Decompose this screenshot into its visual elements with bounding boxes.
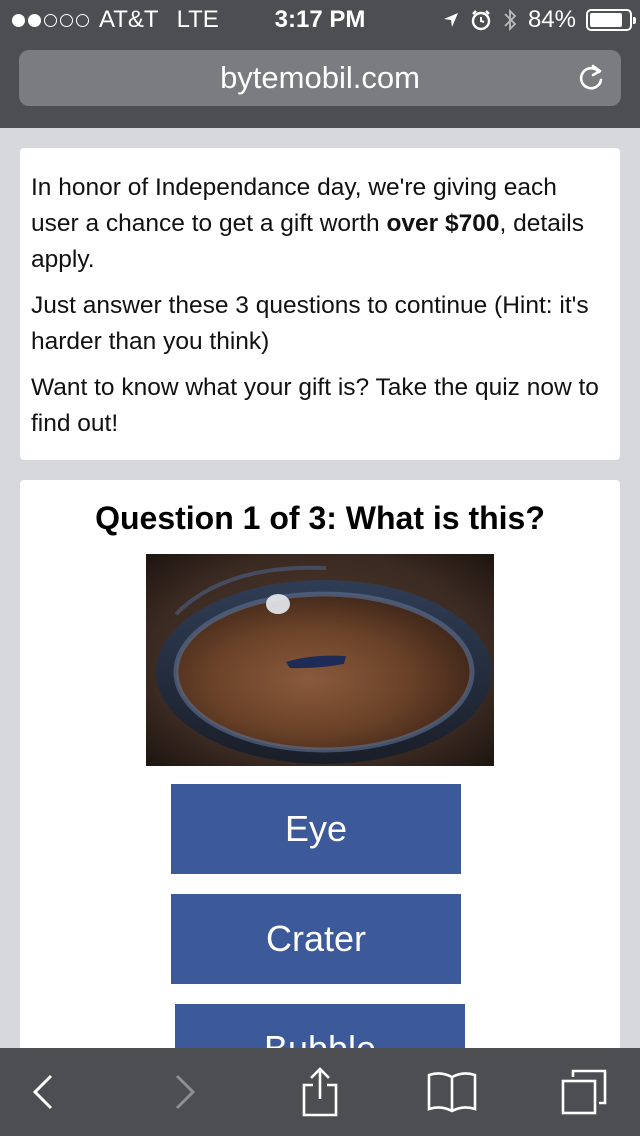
intro-paragraph-1: In honor of Independance day, we're givi… [31,170,608,278]
intro-card: In honor of Independance day, we're givi… [20,148,620,460]
answer-button-eye[interactable]: Eye [171,784,461,874]
intro-paragraph-2: Just answer these 3 questions to continu… [31,292,589,355]
location-arrow-icon [443,13,458,27]
share-button[interactable] [276,1048,364,1136]
browser-toolbar [0,1048,640,1136]
bookmarks-icon [427,1072,477,1113]
url-text[interactable]: bytemobil.com [19,50,621,106]
bookmarks-button[interactable] [408,1048,496,1136]
bluetooth-icon [504,8,517,32]
tabs-button[interactable] [540,1048,628,1136]
share-icon [302,1067,338,1117]
battery-percent: 84% [527,6,576,33]
eye-closeup-image [146,554,494,766]
quiz-card: Question 1 of 3: What is this? Eye Crate… [20,480,620,1094]
forward-icon [175,1074,196,1110]
forward-button[interactable] [140,1048,228,1136]
address-bar[interactable]: bytemobil.com [19,50,621,106]
reload-icon[interactable] [575,62,607,94]
battery-level-fill [590,13,622,27]
gift-value: over $700 [386,210,500,237]
status-right: 84% [442,0,636,40]
question-title: Question 1 of 3: What is this? [95,500,545,536]
page: AT&T LTE 3:17 PM 84% bytemobil.com In ho… [0,0,640,1136]
back-icon [32,1074,53,1110]
alarm-icon [471,10,491,31]
intro-paragraph-3: Want to know what your gift is? Take the… [31,374,599,437]
status-bar: AT&T LTE 3:17 PM 84% [0,0,640,40]
battery-icon [586,9,636,31]
answer-button-crater[interactable]: Crater [171,894,461,984]
browser-top-bar: AT&T LTE 3:17 PM 84% bytemobil.com [0,0,640,128]
back-button[interactable] [0,1048,88,1136]
tabs-icon [561,1069,607,1115]
